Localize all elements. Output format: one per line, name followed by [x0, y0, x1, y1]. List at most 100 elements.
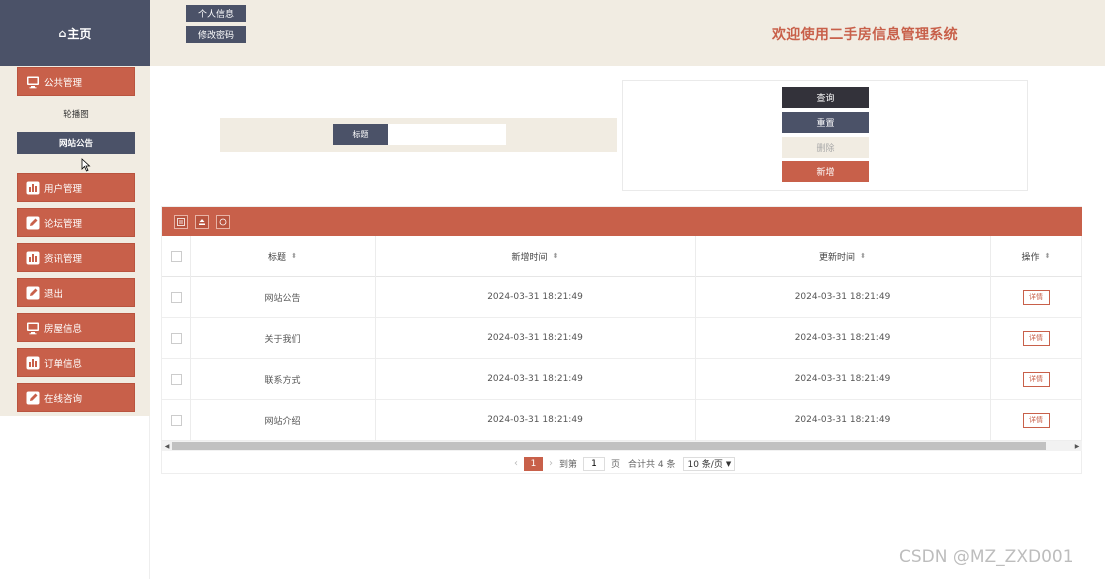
- select-cell: [162, 400, 190, 440]
- title-search-input[interactable]: [388, 124, 506, 145]
- goto-label: 到第: [559, 460, 578, 470]
- sidebar-item-label: 房屋信息: [44, 323, 83, 335]
- edit-icon: [25, 215, 40, 230]
- profile-button[interactable]: 个人信息: [186, 5, 246, 22]
- sidebar-item-label: 退出: [44, 288, 64, 300]
- updated-time-cell: 2024-03-31 18:21:49: [794, 374, 891, 384]
- reset-button[interactable]: 重置: [782, 112, 869, 133]
- sidebar-item-public-management[interactable]: 公共管理: [17, 67, 135, 96]
- sidebar-subitem-site-notice[interactable]: 网站公告: [17, 132, 135, 154]
- created-time-cell: 2024-03-31 18:21:49: [487, 333, 583, 343]
- chevron-down-icon: ▼: [725, 459, 732, 468]
- action-cell: 详情: [990, 318, 1082, 358]
- pagination: ‹ 1 › 到第 页 合计共 4 条 10 条/页 ▼: [508, 456, 736, 471]
- print-icon[interactable]: [216, 215, 230, 229]
- home-icon: ⌂: [58, 26, 67, 40]
- sidebar-item-news-management[interactable]: 资讯管理: [17, 243, 135, 272]
- data-table: 标题 ⬍ 新增时间 ⬍ 更新时间 ⬍ 操作 ⬍ 网站公告 2024-03-31 18:21…: [161, 206, 1082, 474]
- detail-button[interactable]: 详情: [1022, 412, 1050, 428]
- sidebar-item-house-info[interactable]: 房屋信息: [17, 313, 135, 342]
- sidebar-item-label: 公共管理: [44, 77, 83, 89]
- table-row: 网站介绍 2024-03-31 18:21:49 2024-03-31 18:21:…: [162, 400, 1082, 441]
- chart-icon: [25, 355, 40, 370]
- created-time-cell: 2024-03-31 18:21:49: [487, 374, 583, 384]
- action-cell: 详情: [990, 359, 1082, 399]
- edit-icon: [25, 390, 40, 405]
- query-button[interactable]: 查询: [782, 87, 869, 108]
- site-title: 欢迎使用二手房信息管理系统: [772, 27, 958, 43]
- action-cell: 详情: [990, 400, 1082, 440]
- column-header-action[interactable]: 操作 ⬍: [990, 236, 1082, 276]
- sidebar-item-forum-management[interactable]: 论坛管理: [17, 208, 135, 237]
- sidebar-item-label: 在线咨询: [44, 393, 83, 405]
- select-all-checkbox[interactable]: [170, 250, 182, 262]
- next-page-icon[interactable]: ›: [549, 458, 553, 469]
- sidebar-item-online-consult[interactable]: 在线咨询: [17, 383, 135, 412]
- change-password-button[interactable]: 修改密码: [186, 26, 246, 43]
- sidebar-item-label: 订单信息: [44, 358, 83, 370]
- sidebar-item-label: 资讯管理: [44, 253, 83, 265]
- select-cell: [162, 318, 190, 358]
- filter-icon[interactable]: [174, 215, 188, 229]
- column-divider: [375, 236, 376, 441]
- scroll-left-icon[interactable]: ◀: [162, 441, 172, 451]
- sort-icon: ⬍: [860, 252, 866, 260]
- table-row: 网站公告 2024-03-31 18:21:49 2024-03-31 18:21:…: [162, 277, 1082, 318]
- export-icon[interactable]: [195, 215, 209, 229]
- goto-page-input[interactable]: [583, 456, 606, 471]
- top-header: 个人信息 修改密码 欢迎使用二手房信息管理系统: [150, 0, 1105, 66]
- table-row: 关于我们 2024-03-31 18:21:49 2024-03-31 18:21:…: [162, 318, 1082, 359]
- updated-time-cell: 2024-03-31 18:21:49: [794, 415, 891, 425]
- sidebar-item-logout[interactable]: 退出: [17, 278, 135, 307]
- row-checkbox[interactable]: [170, 332, 182, 344]
- row-checkbox[interactable]: [170, 414, 182, 426]
- prev-page-icon[interactable]: ‹: [514, 458, 518, 469]
- chart-icon: [25, 180, 40, 195]
- sidebar-menu: 公共管理用户管理论坛管理资讯管理退出房屋信息订单信息在线咨询 轮播图网站公告: [0, 66, 150, 416]
- table-header: 标题 ⬍ 新增时间 ⬍ 更新时间 ⬍ 操作 ⬍: [162, 236, 1082, 277]
- page-unit-label: 页: [611, 460, 621, 470]
- chart-icon: [25, 250, 40, 265]
- home-link[interactable]: ⌂ 主页: [0, 0, 150, 66]
- column-divider: [695, 236, 696, 441]
- detail-button[interactable]: 详情: [1022, 289, 1050, 305]
- sort-icon: ⬍: [1044, 252, 1051, 260]
- column-header-updated[interactable]: 更新时间 ⬍: [695, 236, 990, 276]
- title-cell: 网站公告: [264, 293, 301, 304]
- scroll-right-icon[interactable]: ▶: [1072, 441, 1082, 451]
- sidebar-item-user-management[interactable]: 用户管理: [17, 173, 135, 202]
- sidebar-item-order-info[interactable]: 订单信息: [17, 348, 135, 377]
- action-panel: 查询 重置 删除 新增: [622, 80, 1028, 191]
- horizontal-scrollbar[interactable]: ◀ ▶: [162, 441, 1082, 451]
- select-cell: [162, 359, 190, 399]
- monitor-icon: [25, 320, 40, 335]
- sidebar: ⌂ 主页 公共管理用户管理论坛管理资讯管理退出房屋信息订单信息在线咨询 轮播图网站…: [0, 0, 150, 579]
- mouse-cursor-icon: [81, 158, 91, 172]
- detail-button[interactable]: 详情: [1022, 330, 1050, 346]
- table-row: 联系方式 2024-03-31 18:21:49 2024-03-31 18:21:…: [162, 359, 1082, 400]
- table-toolbar: [162, 207, 1082, 236]
- sort-icon: ⬍: [291, 252, 297, 260]
- page-number-current[interactable]: 1: [524, 456, 543, 471]
- add-button[interactable]: 新增: [782, 161, 869, 182]
- created-time-cell: 2024-03-31 18:21:49: [487, 292, 583, 302]
- action-cell: 详情: [990, 277, 1082, 317]
- column-divider: [190, 236, 191, 441]
- page-size-select[interactable]: 10 条/页 ▼: [683, 456, 736, 471]
- row-checkbox[interactable]: [170, 291, 182, 303]
- delete-button[interactable]: 删除: [782, 137, 869, 158]
- column-header-title[interactable]: 标题 ⬍: [190, 236, 375, 276]
- column-header-created[interactable]: 新增时间 ⬍: [375, 236, 695, 276]
- created-time-cell: 2024-03-31 18:21:49: [487, 415, 583, 425]
- title-cell: 关于我们: [264, 334, 301, 345]
- row-checkbox[interactable]: [170, 373, 182, 385]
- sort-icon: ⬍: [552, 252, 559, 260]
- scrollbar-thumb[interactable]: [172, 442, 1046, 450]
- updated-time-cell: 2024-03-31 18:21:49: [794, 333, 891, 343]
- column-divider: [990, 236, 991, 441]
- detail-button[interactable]: 详情: [1022, 371, 1050, 387]
- sidebar-subitem-carousel[interactable]: 轮播图: [17, 103, 135, 125]
- total-count: 合计共 4 条: [628, 460, 676, 470]
- sidebar-item-label: 用户管理: [44, 183, 83, 195]
- watermark: CSDN @MZ_ZXD001: [899, 547, 1074, 567]
